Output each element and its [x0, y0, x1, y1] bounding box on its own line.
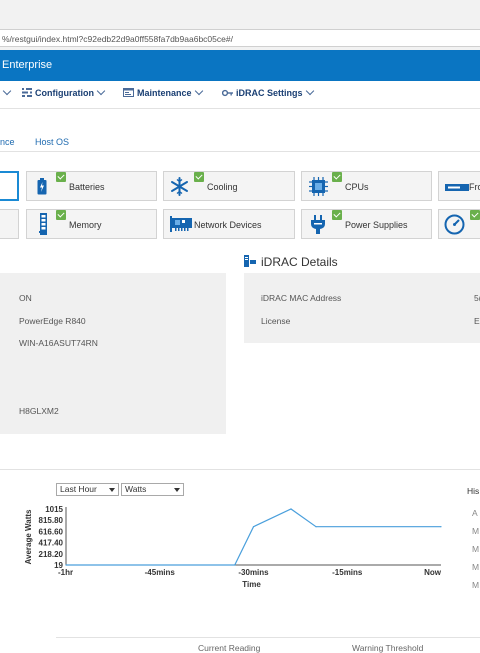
- x-tick-label: -15mins: [332, 568, 363, 577]
- tile-network-devices[interactable]: Network Devices: [163, 209, 295, 239]
- y-tick-label: 417.40: [39, 539, 64, 548]
- x-tick-label: -45mins: [145, 568, 176, 577]
- chevron-down-icon: [96, 86, 106, 96]
- history-title: His: [467, 486, 480, 496]
- history-item: M: [472, 562, 480, 572]
- app-header: Enterprise: [0, 50, 480, 81]
- power-plug-icon: [311, 215, 325, 236]
- tile-partial[interactable]: [0, 209, 19, 239]
- data-point: [252, 526, 255, 528]
- y-tick-label: 815.80: [39, 516, 64, 525]
- system-info-panel: ON PowerEdge R840 WIN-A16ASUT74RN H8GLXM…: [0, 273, 226, 434]
- status-ok-icon: [470, 210, 480, 220]
- nav-label-maintenance: Maintenance: [137, 88, 192, 98]
- maintenance-icon: [123, 88, 134, 99]
- url-text: %/restgui/index.html?c92edb22d9a0ff558fa…: [2, 34, 233, 44]
- memory-icon: [39, 213, 48, 237]
- y-axis-title: Average Watts: [24, 509, 33, 565]
- nav-item-maintenance[interactable]: Maintenance: [123, 86, 203, 99]
- data-point: [65, 564, 67, 566]
- dropdown-arrow-icon: [109, 488, 115, 492]
- system-model-value: PowerEdge R840: [19, 316, 86, 326]
- tile-front-panel[interactable]: Fro: [438, 171, 480, 201]
- y-tick-label: 1015: [45, 505, 63, 514]
- x-tick-label: Now: [424, 568, 442, 577]
- gauge-icon: [444, 214, 465, 237]
- status-ok-icon: [332, 210, 342, 220]
- data-point: [290, 508, 292, 510]
- tile-label: Power Supplies: [345, 220, 408, 230]
- system-power-state-value: ON: [19, 293, 32, 303]
- front-panel-icon: [445, 183, 469, 193]
- snowflake-icon: [170, 177, 189, 198]
- tile-label: Batteries: [69, 182, 105, 192]
- dropdown-arrow-icon: [174, 488, 180, 492]
- history-item: M: [472, 580, 480, 590]
- status-ok-icon: [332, 172, 342, 182]
- tile-batteries[interactable]: Batteries: [26, 171, 157, 201]
- status-ok-icon: [194, 172, 204, 182]
- main-nav: Configuration Maintenance iDRAC Settings: [0, 81, 480, 109]
- tab-performance[interactable]: nce: [0, 137, 15, 147]
- data-point: [234, 564, 236, 566]
- chevron-down-icon: [305, 86, 314, 96]
- nav-label-configuration: Configuration: [35, 88, 94, 98]
- x-tick-label: -30mins: [238, 568, 269, 577]
- y-tick-label: 218.20: [39, 550, 64, 559]
- y-tick-label: 616.60: [39, 527, 64, 536]
- nav-item-configuration[interactable]: Configuration: [22, 86, 106, 99]
- idrac-mac-label: iDRAC MAC Address: [261, 293, 342, 303]
- history-item: M: [472, 544, 480, 554]
- idrac-mac-value: 5(: [474, 293, 480, 303]
- cpu-icon: [309, 177, 328, 198]
- tab-host-os[interactable]: Host OS: [35, 137, 69, 147]
- tile-selected-partial[interactable]: [0, 171, 19, 201]
- time-range-value: Last Hour: [60, 484, 97, 494]
- power-series-line: [66, 508, 441, 566]
- idrac-details-panel: iDRAC MAC Address 5( License Er: [244, 273, 480, 343]
- current-reading-header: Current Reading: [198, 643, 261, 653]
- key-icon: [221, 89, 233, 99]
- footer-divider: [56, 637, 480, 638]
- tile-gauge[interactable]: [438, 209, 480, 239]
- configuration-icon: [22, 88, 32, 99]
- data-point: [440, 526, 442, 528]
- history-item: A: [472, 508, 478, 518]
- tab-divider: [0, 151, 480, 152]
- license-label: License: [261, 316, 291, 326]
- system-host-name-value: WIN-A16ASUT74RN: [19, 338, 98, 348]
- tile-memory[interactable]: Memory: [26, 209, 157, 239]
- chevron-down-icon: [2, 86, 12, 96]
- network-card-icon: [170, 216, 192, 234]
- nav-item-idrac-settings[interactable]: iDRAC Settings: [221, 86, 314, 99]
- data-point: [315, 526, 317, 528]
- tile-cooling[interactable]: Cooling: [163, 171, 295, 201]
- warning-threshold-header: Warning Threshold: [352, 643, 424, 653]
- nav-label-idrac-settings: iDRAC Settings: [236, 88, 303, 98]
- tile-label: CPUs: [345, 182, 369, 192]
- system-service-tag-value: H8GLXM2: [19, 406, 59, 416]
- x-tick-label: -1hr: [58, 568, 73, 577]
- battery-icon: [37, 178, 47, 197]
- unit-value: Watts: [125, 484, 147, 494]
- tile-power-supplies[interactable]: Power Supplies: [301, 209, 432, 239]
- tile-label: Network Devices: [194, 220, 262, 230]
- idrac-details-title: iDRAC Details: [261, 255, 338, 269]
- status-ok-icon: [56, 210, 66, 220]
- nav-item-partial-chevron[interactable]: [0, 86, 12, 98]
- browser-address-bar: %/restgui/index.html?c92edb22d9a0ff558fa…: [0, 0, 480, 51]
- tile-label: Fro: [469, 182, 480, 192]
- tile-label: Memory: [69, 220, 102, 230]
- app-title: Enterprise: [2, 59, 53, 71]
- x-axis-title: Time: [242, 580, 261, 589]
- chevron-down-icon: [194, 86, 203, 96]
- tile-label: Cooling: [207, 182, 238, 192]
- section-divider: [0, 469, 480, 470]
- status-ok-icon: [56, 172, 66, 182]
- idrac-details-icon: [244, 255, 256, 269]
- license-value: Er: [474, 316, 480, 326]
- tile-cpus[interactable]: CPUs: [301, 171, 432, 201]
- history-item: M: [472, 526, 480, 536]
- power-consumption-chart: 1015815.80616.60417.40218.2019-1hr -45min…: [24, 505, 442, 589]
